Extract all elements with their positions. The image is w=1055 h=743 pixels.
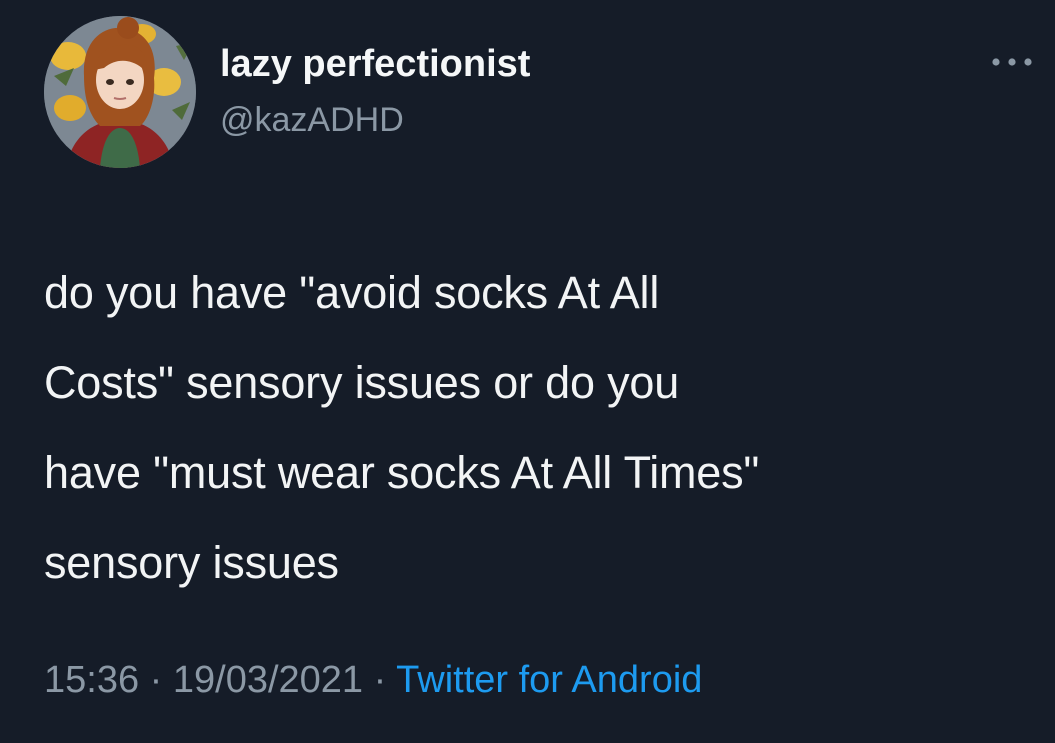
tweet-metadata: 15:36 · 19/03/2021 · Twitter for Android	[44, 656, 702, 704]
profile-avatar-icon	[44, 16, 196, 168]
tweet-date[interactable]: 19/03/2021	[173, 659, 363, 701]
meta-separator: ·	[373, 659, 387, 701]
tweet-card: lazy perfectionist @kazADHD do you have …	[0, 0, 1055, 743]
avatar[interactable]	[44, 16, 196, 168]
display-name[interactable]: lazy perfectionist	[220, 40, 530, 88]
tweet-time[interactable]: 15:36	[44, 659, 139, 701]
more-options-icon	[992, 58, 1032, 66]
user-handle[interactable]: @kazADHD	[220, 98, 404, 142]
meta-separator: ·	[149, 659, 163, 701]
more-options-button[interactable]	[984, 44, 1040, 80]
tweet-source-link[interactable]: Twitter for Android	[396, 659, 702, 701]
tweet-text: do you have "avoid socks At All Costs" s…	[44, 267, 760, 588]
